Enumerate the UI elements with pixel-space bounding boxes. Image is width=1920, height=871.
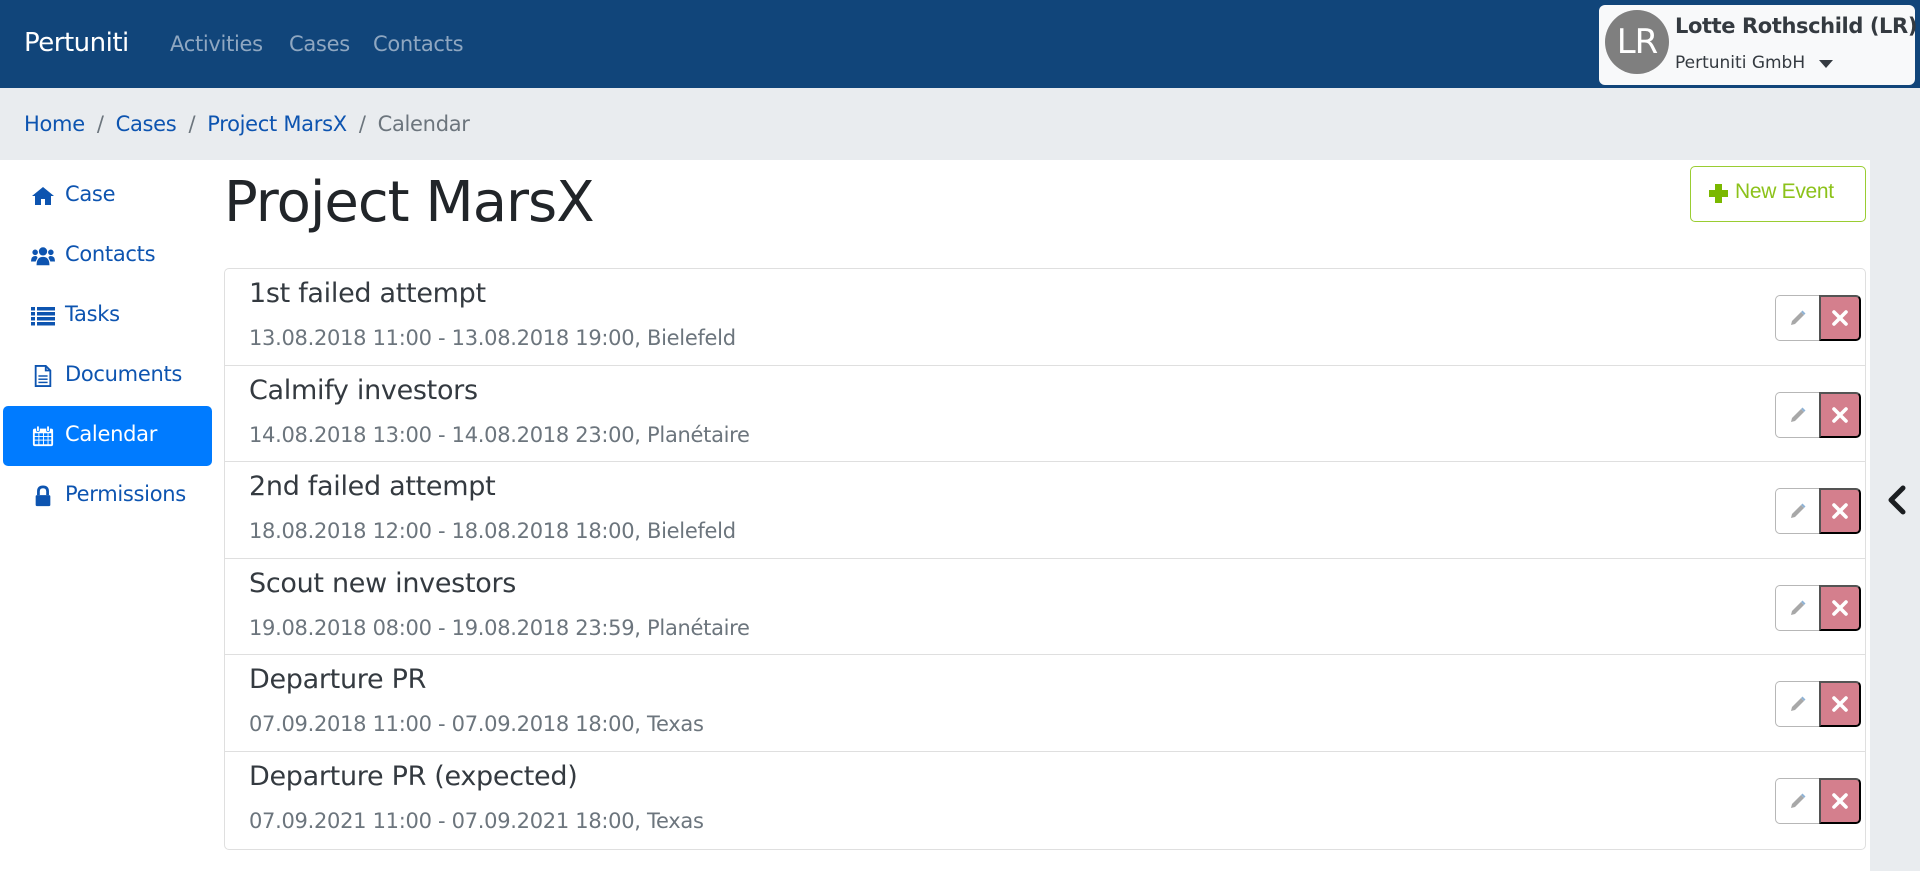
sidebar-item-label: Documents: [65, 362, 183, 386]
event-list: 1st failed attempt 13.08.2018 11:00 - 13…: [224, 268, 1866, 850]
pencil-icon: [1790, 600, 1805, 615]
sidebar-item-documents[interactable]: Documents: [3, 346, 212, 406]
breadcrumb-separator: /: [96, 112, 104, 136]
chevron-left-icon[interactable]: [1884, 484, 1910, 516]
breadcrumb: Home / Cases / Project MarsX / Calendar: [24, 112, 470, 136]
close-icon: [1832, 406, 1848, 423]
plus-icon: [1709, 184, 1728, 203]
event-actions: [1775, 584, 1861, 631]
breadcrumb-cases[interactable]: Cases: [116, 112, 177, 136]
delete-button[interactable]: [1819, 584, 1861, 631]
list-item: 2nd failed attempt 18.08.2018 12:00 - 18…: [225, 462, 1865, 559]
page-title: Project MarsX: [224, 170, 595, 235]
delete-button[interactable]: [1819, 777, 1861, 824]
sidebar-item-label: Calendar: [65, 422, 158, 446]
caret-down-icon[interactable]: [1819, 60, 1833, 68]
list-item: 1st failed attempt 13.08.2018 11:00 - 13…: [225, 269, 1865, 366]
home-icon: [32, 187, 54, 205]
close-icon: [1832, 310, 1848, 326]
pencil-icon: [1790, 696, 1805, 711]
list-item: Calmify investors 14.08.2018 13:00 - 14.…: [225, 366, 1865, 462]
sidebar-item-permissions[interactable]: Permissions: [3, 466, 212, 526]
sidebar-item-label: Case: [65, 182, 116, 206]
sidebar-item-case[interactable]: Case: [3, 166, 212, 226]
event-details: 18.08.2018 12:00 - 18.08.2018 18:00, Bie…: [249, 519, 736, 543]
delete-button[interactable]: [1819, 681, 1861, 727]
breadcrumb-home[interactable]: Home: [24, 112, 85, 136]
delete-button[interactable]: [1819, 391, 1861, 438]
delete-button[interactable]: [1819, 488, 1861, 534]
brand-logo[interactable]: Pertuniti: [24, 28, 129, 58]
breadcrumb-separator: /: [188, 112, 196, 136]
event-actions: [1775, 295, 1861, 341]
close-icon: [1832, 503, 1848, 519]
calendar-icon: [32, 425, 54, 447]
top-navbar: Pertuniti Activities Cases Contacts LR L…: [0, 0, 1920, 88]
sidebar-item-calendar[interactable]: Calendar: [3, 406, 212, 466]
avatar: LR: [1605, 10, 1669, 74]
list-item: Departure PR (expected) 07.09.2021 11:00…: [225, 752, 1865, 849]
nav-link-cases[interactable]: Cases: [289, 32, 350, 56]
list-item: Departure PR 07.09.2018 11:00 - 07.09.20…: [225, 655, 1865, 752]
edit-button[interactable]: [1775, 391, 1819, 438]
nav-link-activities[interactable]: Activities: [170, 32, 263, 56]
nav-link-contacts[interactable]: Contacts: [373, 32, 464, 56]
event-title[interactable]: 2nd failed attempt: [249, 471, 496, 502]
new-event-button[interactable]: New Event: [1690, 166, 1866, 222]
user-organization: Pertuniti GmbH: [1675, 53, 1806, 73]
event-details: 07.09.2021 11:00 - 07.09.2021 18:00, Tex…: [249, 808, 704, 833]
edit-button[interactable]: [1775, 488, 1819, 534]
user-menu[interactable]: LR Lotte Rothschild (LR) Pertuniti GmbH: [1599, 5, 1918, 85]
new-event-label: New Event: [1735, 180, 1834, 203]
file-icon: [34, 365, 52, 387]
list-item: Scout new investors 19.08.2018 08:00 - 1…: [225, 559, 1865, 655]
breadcrumb-project[interactable]: Project MarsX: [207, 112, 347, 136]
event-title[interactable]: Calmify investors: [249, 375, 478, 406]
close-icon: [1832, 792, 1848, 809]
event-title[interactable]: 1st failed attempt: [249, 278, 486, 309]
sidebar-item-tasks[interactable]: Tasks: [3, 286, 212, 346]
edit-button[interactable]: [1775, 681, 1819, 727]
users-icon: [31, 247, 55, 266]
sidebar-item-contacts[interactable]: Contacts: [3, 226, 212, 286]
edit-button[interactable]: [1775, 777, 1819, 824]
event-actions: [1775, 488, 1861, 534]
event-actions: [1775, 391, 1861, 438]
breadcrumb-separator: /: [358, 112, 366, 136]
pencil-icon: [1790, 407, 1805, 422]
pencil-icon: [1790, 310, 1805, 325]
sidebar-item-label: Contacts: [65, 242, 156, 266]
delete-button[interactable]: [1819, 295, 1861, 341]
sidebar-item-label: Permissions: [65, 482, 186, 506]
event-details: 19.08.2018 08:00 - 19.08.2018 23:59, Pla…: [249, 615, 750, 640]
close-icon: [1832, 599, 1848, 616]
event-actions: [1775, 681, 1861, 727]
event-title[interactable]: Departure PR (expected): [249, 761, 578, 792]
lock-icon: [35, 485, 51, 507]
event-details: 13.08.2018 11:00 - 13.08.2018 19:00, Bie…: [249, 326, 736, 350]
user-name: Lotte Rothschild (LR): [1675, 14, 1918, 38]
pencil-icon: [1790, 793, 1805, 808]
pencil-icon: [1790, 503, 1805, 518]
event-details: 14.08.2018 13:00 - 14.08.2018 23:00, Pla…: [249, 422, 750, 447]
edit-button[interactable]: [1775, 584, 1819, 631]
breadcrumb-current: Calendar: [377, 112, 470, 136]
list-icon: [31, 307, 55, 326]
event-actions: [1775, 777, 1861, 824]
sidebar-item-label: Tasks: [65, 302, 120, 326]
event-title[interactable]: Scout new investors: [249, 568, 516, 599]
event-title[interactable]: Departure PR: [249, 664, 426, 695]
close-icon: [1832, 696, 1848, 712]
edit-button[interactable]: [1775, 295, 1819, 341]
event-details: 07.09.2018 11:00 - 07.09.2018 18:00, Tex…: [249, 712, 704, 736]
